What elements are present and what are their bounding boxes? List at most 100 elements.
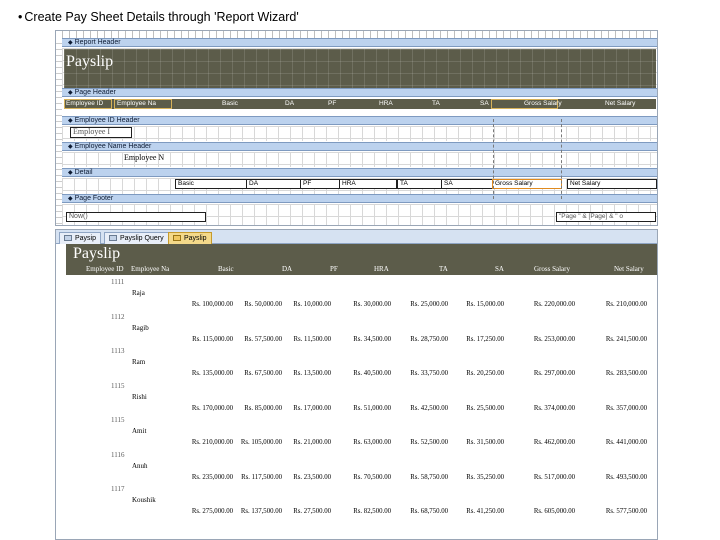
slide-title: • Create Pay Sheet Details through 'Repor…: [18, 10, 299, 24]
section-bar-employee-id-header[interactable]: ◆ Employee ID Header: [62, 116, 657, 125]
cell-net-salary: Rs. 577,500.00: [605, 508, 647, 515]
cell-ta: Rs. 58,750.00: [410, 473, 448, 481]
cell-pf: Rs. 11,500.00: [293, 335, 331, 343]
detail-field-hra[interactable]: HRA: [339, 179, 397, 189]
cell-da: Rs. 50,000.00: [244, 301, 282, 308]
cell-net-salary: Rs. 210,000.00: [605, 301, 647, 308]
footer-now-field[interactable]: Now(): [66, 212, 206, 222]
employee-name-value: Raja: [132, 289, 145, 297]
column-header-ta: TA: [439, 265, 448, 273]
cell-hra: Rs. 30,000.00: [353, 301, 391, 308]
cell-ta: Rs. 52,500.00: [410, 439, 448, 446]
ph-label-employee-name[interactable]: Employee Na: [117, 99, 156, 109]
cell-ta: Rs. 28,750.00: [410, 335, 448, 343]
detail-field-da[interactable]: DA: [246, 179, 301, 189]
cell-basic: Rs. 170,000.00: [191, 404, 233, 412]
ph-label-employee-id[interactable]: Employee ID: [66, 99, 103, 109]
cell-ta: Rs. 42,500.00: [410, 404, 448, 412]
cell-hra: Rs. 51,000.00: [353, 404, 391, 412]
report-preview[interactable]: Paysip Payslip Query Payslip Payslip Emp…: [55, 229, 658, 540]
cell-da: Rs. 117,500.00: [241, 473, 282, 481]
ph-label-ta[interactable]: TA: [432, 99, 440, 109]
cell-net-salary: Rs. 357,000.00: [605, 404, 647, 412]
detail-field-basic[interactable]: Basic: [175, 179, 247, 189]
cell-net-salary: Rs. 441,000.00: [605, 439, 647, 446]
cell-basic: Rs. 100,000.00: [191, 301, 233, 308]
footer-page-field[interactable]: "Page " & [Page] & " o: [556, 212, 656, 222]
cell-basic: Rs. 275,000.00: [191, 508, 233, 515]
employee-id-value: 1112: [111, 312, 125, 321]
detail-field-sa[interactable]: SA: [441, 179, 493, 189]
cell-sa: Rs. 41,250.00: [466, 508, 504, 515]
cell-hra: Rs. 34,500.00: [353, 335, 391, 343]
employee-id-value: 1116: [111, 450, 125, 459]
cell-pf: Rs. 10,000.00: [293, 301, 331, 308]
cell-da: Rs. 137,500.00: [240, 508, 282, 515]
guide-line: [493, 119, 494, 199]
ph-label-gross-salary[interactable]: Gross Salary: [524, 99, 562, 109]
document-tab-strip: Paysip Payslip Query Payslip: [56, 230, 657, 244]
report-title: Payslip: [73, 245, 121, 262]
cell-pf: Rs. 21,000.00: [293, 439, 331, 446]
employee-id-value: 1115: [111, 381, 125, 390]
employee-name-field[interactable]: Employee N: [124, 153, 164, 162]
tab-payslip-report[interactable]: Payslip: [168, 232, 212, 244]
cell-pf: Rs. 27,500.00: [293, 508, 331, 515]
column-header-pf: PF: [330, 265, 338, 273]
cell-da: Rs. 57,500.00: [244, 335, 282, 343]
ph-label-net-salary[interactable]: Net Salary: [605, 99, 635, 109]
column-header-basic: Basic: [218, 265, 234, 273]
employee-id-value: 1117: [111, 485, 125, 493]
cell-ta: Rs. 33,750.00: [410, 370, 448, 377]
section-bar-employee-name-header[interactable]: ◆ Employee Name Header: [62, 142, 657, 151]
detail-field-gross-salary[interactable]: Gross Salary: [492, 179, 562, 189]
employee-id-header-area[interactable]: [62, 126, 657, 141]
section-bar-report-header[interactable]: ◆ Report Header: [62, 38, 657, 47]
report-design-view[interactable]: ◆ Report Header Payslip ◆ Page Header Empl…: [55, 30, 658, 226]
tab-payslip-query[interactable]: Payslip Query: [104, 232, 169, 244]
ph-label-basic[interactable]: Basic: [222, 99, 238, 109]
cell-sa: Rs. 17,250.00: [466, 335, 504, 343]
cell-sa: Rs. 25,500.00: [466, 404, 504, 412]
employee-name-value: Rishi: [132, 392, 147, 401]
table-icon: [64, 235, 72, 241]
cell-gross-salary: Rs. 220,000.00: [533, 301, 575, 308]
ph-label-sa[interactable]: SA: [480, 99, 489, 109]
cell-pf: Rs. 23,500.00: [293, 473, 331, 481]
section-bar-detail[interactable]: ◆ Detail: [62, 168, 657, 177]
cell-da: Rs. 85,000.00: [244, 404, 282, 412]
cell-net-salary: Rs. 493,500.00: [605, 473, 647, 481]
employee-name-value: Koushik: [132, 496, 156, 504]
ph-label-hra[interactable]: HRA: [379, 99, 393, 109]
cell-gross-salary: Rs. 462,000.00: [533, 439, 575, 446]
cell-da: Rs. 67,500.00: [244, 370, 282, 377]
ph-label-da[interactable]: DA: [285, 99, 294, 109]
report-title-label[interactable]: Payslip: [66, 53, 113, 71]
section-bar-page-header[interactable]: ◆ Page Header: [62, 88, 657, 97]
report-icon: [173, 235, 181, 241]
cell-hra: Rs. 82,500.00: [353, 508, 391, 515]
column-header-employee-id: Employee ID: [86, 265, 124, 273]
cell-gross-salary: Rs. 253,000.00: [533, 335, 575, 343]
employee-name-value: Amit: [132, 427, 147, 435]
cell-net-salary: Rs. 283,500.00: [605, 370, 647, 377]
cell-sa: Rs. 31,500.00: [466, 439, 504, 446]
employee-id-field[interactable]: Employee I: [70, 127, 132, 138]
detail-field-net-salary[interactable]: Net Salary: [567, 179, 657, 189]
cell-basic: Rs. 115,000.00: [192, 335, 233, 343]
section-bar-page-footer[interactable]: ◆ Page Footer: [62, 194, 657, 203]
cell-hra: Rs. 40,500.00: [353, 370, 391, 377]
tab-paysip[interactable]: Paysip: [59, 232, 102, 244]
employee-id-value: 1115: [111, 416, 125, 424]
employee-id-value: 1113: [111, 347, 125, 355]
cell-sa: Rs. 20,250.00: [466, 370, 504, 377]
cell-ta: Rs. 68,750.00: [410, 508, 448, 515]
employee-id-value: 1111: [111, 278, 125, 286]
column-header-sa: SA: [495, 265, 504, 273]
cell-ta: Rs. 25,000.00: [410, 301, 448, 308]
column-header-hra: HRA: [374, 265, 389, 273]
guide-line: [561, 119, 562, 199]
cell-net-salary: Rs. 241,500.00: [605, 335, 647, 343]
cell-gross-salary: Rs. 374,000.00: [533, 404, 575, 412]
ph-label-pf[interactable]: PF: [328, 99, 336, 109]
